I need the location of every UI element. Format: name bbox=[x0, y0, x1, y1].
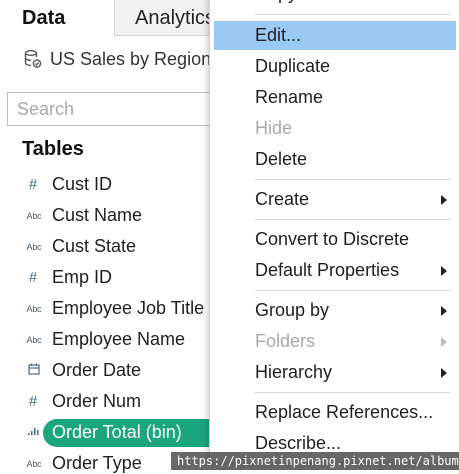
submenu-arrow-icon bbox=[441, 368, 447, 378]
submenu-arrow-icon bbox=[441, 195, 447, 205]
number-icon: # bbox=[28, 393, 38, 410]
submenu-arrow-icon bbox=[441, 306, 447, 316]
tableau-data-pane-window: Data Analytics US Sales by Region Tables bbox=[0, 0, 459, 474]
field-list: # Cust ID Abc Cust Name Abc Cust State #… bbox=[0, 169, 240, 474]
field-context-menu: Copy Edit... Duplicate Rename Hide Delet… bbox=[209, 0, 459, 462]
tables-heading: Tables bbox=[22, 138, 84, 160]
menu-item-label: Hierarchy bbox=[255, 362, 333, 382]
field-item-order-total-bin[interactable]: Order Total (bin) bbox=[0, 417, 240, 448]
menu-item-label: Replace References... bbox=[255, 402, 434, 422]
string-icon: Abc bbox=[26, 334, 42, 345]
calendar-icon bbox=[24, 363, 44, 378]
string-icon: Abc bbox=[26, 458, 42, 469]
menu-separator bbox=[255, 290, 451, 291]
field-item-order-num[interactable]: # Order Num bbox=[0, 386, 240, 417]
menu-separator bbox=[255, 179, 451, 180]
menu-item-label: Delete bbox=[255, 149, 308, 169]
menu-item-replace-references[interactable]: Replace References... bbox=[214, 398, 456, 427]
number-icon: # bbox=[28, 176, 38, 193]
watermark: https://pixnetinpenang.pixnet.net/album bbox=[171, 452, 459, 470]
submenu-arrow-icon bbox=[441, 266, 447, 276]
menu-item-hierarchy[interactable]: Hierarchy bbox=[214, 358, 456, 387]
menu-item-edit[interactable]: Edit... bbox=[214, 21, 456, 50]
menu-item-label: Rename bbox=[255, 87, 324, 107]
menu-item-copy[interactable]: Copy bbox=[214, 0, 456, 8]
menu-item-group-by[interactable]: Group by bbox=[214, 296, 456, 325]
field-item-cust-state[interactable]: Abc Cust State bbox=[0, 231, 240, 262]
database-icon bbox=[24, 49, 42, 69]
menu-item-label: Default Properties bbox=[255, 260, 400, 280]
menu-item-label: Convert to Discrete bbox=[255, 229, 410, 249]
field-item-employee-job-title[interactable]: Abc Employee Job Title bbox=[0, 293, 240, 324]
bin-icon bbox=[24, 426, 44, 439]
menu-item-rename[interactable]: Rename bbox=[214, 83, 456, 112]
field-name: Cust Name bbox=[52, 205, 143, 225]
field-item-cust-id[interactable]: # Cust ID bbox=[0, 169, 240, 200]
menu-item-label: Copy bbox=[255, 0, 297, 8]
submenu-arrow-icon bbox=[441, 337, 447, 347]
menu-item-convert-to-discrete[interactable]: Convert to Discrete bbox=[214, 225, 456, 254]
menu-item-folders: Folders bbox=[214, 327, 456, 356]
menu-item-label: Edit... bbox=[255, 25, 302, 45]
field-name: Employee Job Title bbox=[52, 298, 205, 318]
string-icon: Abc bbox=[26, 241, 42, 252]
tab-data[interactable]: Data bbox=[0, 0, 114, 36]
field-item-employee-name[interactable]: Abc Employee Name bbox=[0, 324, 240, 355]
field-name: Order Date bbox=[52, 360, 142, 380]
number-icon: # bbox=[28, 269, 38, 286]
field-item-emp-id[interactable]: # Emp ID bbox=[0, 262, 240, 293]
menu-item-default-properties[interactable]: Default Properties bbox=[214, 256, 456, 285]
field-item-cust-name[interactable]: Abc Cust Name bbox=[0, 200, 240, 231]
string-icon: Abc bbox=[26, 210, 42, 221]
menu-item-label: Duplicate bbox=[255, 56, 331, 76]
menu-separator bbox=[255, 392, 451, 393]
datasource-selector[interactable]: US Sales by Region bbox=[24, 45, 211, 73]
menu-item-label: Hide bbox=[255, 118, 293, 138]
menu-separator bbox=[255, 219, 451, 220]
string-icon: Abc bbox=[26, 303, 42, 314]
field-name: Order Type bbox=[52, 453, 142, 473]
field-name: Employee Name bbox=[52, 329, 186, 349]
field-name: Order Total (bin) bbox=[52, 422, 182, 442]
datasource-name: US Sales by Region bbox=[50, 48, 212, 69]
menu-item-hide: Hide bbox=[214, 114, 456, 143]
menu-item-label: Group by bbox=[255, 300, 330, 320]
field-name: Order Num bbox=[52, 391, 142, 411]
field-name: Emp ID bbox=[52, 267, 113, 287]
field-item-order-date[interactable]: Order Date bbox=[0, 355, 240, 386]
menu-item-label: Folders bbox=[255, 331, 316, 351]
field-name: Cust ID bbox=[52, 174, 113, 194]
field-name: Cust State bbox=[52, 236, 137, 256]
menu-item-duplicate[interactable]: Duplicate bbox=[214, 52, 456, 81]
menu-item-label: Create bbox=[255, 189, 310, 209]
menu-item-delete[interactable]: Delete bbox=[214, 145, 456, 174]
menu-separator bbox=[255, 14, 451, 15]
menu-item-create[interactable]: Create bbox=[214, 185, 456, 214]
